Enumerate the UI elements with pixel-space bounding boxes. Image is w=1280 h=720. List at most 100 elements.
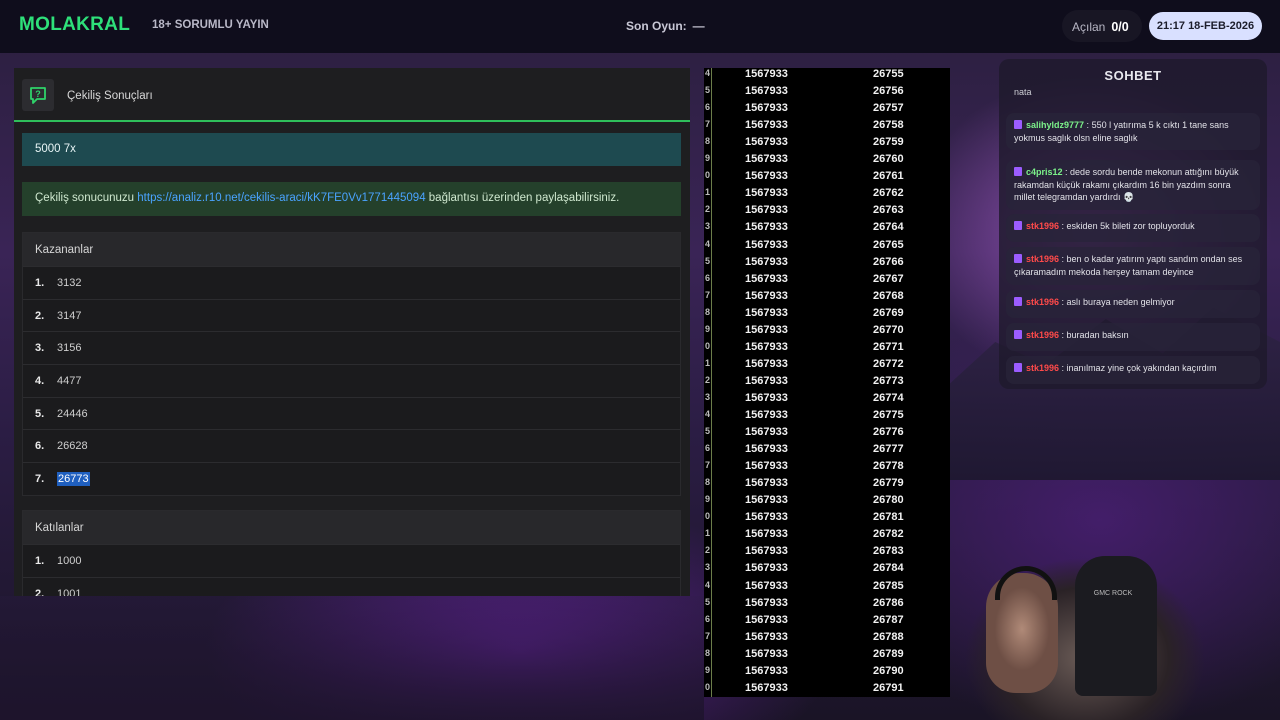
ticket-id: 1567933 [745,306,788,319]
panel-title: Çekiliş Sonuçları [67,90,153,102]
ticket-id: 1567933 [745,664,788,677]
participants-card: Katılanlar 1. 1000 2. 1001 [22,510,681,596]
ticket-id: 1567933 [745,119,788,132]
ticket-id: 1567933 [745,681,788,694]
chat-separator: : [1059,221,1067,231]
ticket-id: 1567933 [745,391,788,404]
twitch-badge-icon [1014,120,1022,129]
ticket-id: 1567933 [745,221,788,234]
brand-logo: MOLAKRAL [19,14,131,35]
ticket-number: 26768 [873,289,904,302]
table-row: 1. 1000 [23,544,680,577]
ticket-number: 26791 [873,681,904,694]
ticket-edge-digit: 8 [705,306,711,317]
ticket-row: 9 1567933 26770 [704,324,950,341]
ticket-edge-digit: 7 [705,460,711,471]
chat-message: salihyldz9777 : 550 l yatırıma 5 k cıktı… [1006,113,1260,150]
ticket-edge-digit: 8 [705,647,711,658]
row-value: 3132 [57,276,82,289]
ticket-row: 4 1567933 26785 [704,580,950,597]
chat-panel: SOHBET nata salihyldz9777 : 550 l yatırı… [999,59,1267,389]
ticket-number: 26769 [873,306,904,319]
ticket-edge-digit: 8 [705,136,711,147]
ticket-row: 8 1567933 26789 [704,648,950,665]
ticket-edge-digit: 0 [705,681,711,692]
ticket-row: 7 1567933 26758 [704,119,950,136]
ticket-edge-digit: 2 [705,204,711,215]
ticket-number: 26756 [873,85,904,98]
ticket-edge-digit: 9 [705,494,711,505]
ticket-edge-digit: 1 [705,528,711,539]
raffle-results-panel: ? Çekiliş Sonuçları 5000 7x Çekiliş sonu… [14,68,690,596]
ticket-row: 4 1567933 26775 [704,409,950,426]
ticket-row: 7 1567933 26768 [704,290,950,307]
ticket-number: 26760 [873,153,904,166]
participants-title: Katılanlar [23,511,680,544]
ticket-number: 26781 [873,511,904,524]
ticket-number: 26775 [873,409,904,421]
ticket-edge-digit: 1 [705,357,711,368]
ticket-number: 26772 [873,357,904,370]
twitch-badge-icon [1014,254,1022,263]
row-number: 2. [35,309,45,322]
ticket-id: 1567933 [745,85,788,98]
chat-text: aslı buraya neden gelmiyor [1066,297,1175,307]
ticket-row: 3 1567933 26774 [704,392,950,409]
ticket-edge-digit: 3 [705,221,711,232]
row-value-selected[interactable]: 26773 [57,471,90,486]
ticket-row: 0 1567933 26761 [704,170,950,187]
ticket-number: 26780 [873,494,904,507]
ticket-number: 26789 [873,647,904,660]
row-number: 1. [35,276,45,289]
ticket-number: 26757 [873,102,904,115]
ticket-number: 26787 [873,613,904,626]
ticket-row: 5 1567933 26786 [704,597,950,614]
chat-separator: : [1059,330,1067,340]
chat-text: inanılmaz yine çok yakından kaçırdım [1066,363,1217,373]
ticket-edge-digit: 2 [705,374,711,385]
winners-card: Kazananlar 1. 3132 2. 3147 3. 3156 4. 4477 5… [22,232,681,496]
ticket-edge-digit: 5 [705,596,711,607]
ticket-number: 26790 [873,664,904,677]
ticket-number: 26786 [873,596,904,609]
background-ground [0,596,704,720]
ticket-row: 9 1567933 26780 [704,494,950,511]
ticket-row: 6 1567933 26757 [704,102,950,119]
chat-message: stk1996 : aslı buraya neden gelmiyor [1006,290,1260,318]
ticket-edge-digit: 4 [705,68,711,78]
table-row: 1. 3132 [23,266,680,299]
ticket-number: 26765 [873,238,904,251]
responsible-stream-tagline: 18+ SORUMLU YAYIN [152,19,269,31]
ticket-number: 26763 [873,204,904,217]
question-chat-icon: ? [22,79,54,111]
ticket-number: 26785 [873,579,904,592]
ticket-number: 26762 [873,187,904,200]
ticket-edge-digit: 9 [705,664,711,675]
ticket-id: 1567933 [745,340,788,353]
chat-username: salihyldz9777 [1026,120,1085,130]
ticket-row: 7 1567933 26788 [704,631,950,648]
ticket-id: 1567933 [745,545,788,558]
svg-text:?: ? [35,89,41,99]
chat-message: stk1996 : inanılmaz yine çok yakından ka… [1006,356,1260,384]
chat-message: c4pris12 : dede sordu bende mekonun attı… [1006,160,1260,210]
twitch-badge-icon [1014,221,1022,230]
ticket-id: 1567933 [745,170,788,183]
share-banner: Çekiliş sonucunuzu https://analiz.r10.ne… [22,182,681,216]
chat-text: eskiden 5k bileti zor topluyorduk [1066,221,1195,231]
ticket-number: 26767 [873,272,904,285]
ticket-id: 1567933 [745,102,788,115]
ticket-edge-digit: 0 [705,511,711,522]
ticket-number: 26764 [873,221,904,234]
share-link[interactable]: https://analiz.r10.net/cekilis-araci/kK7… [137,192,425,204]
ticket-row: 2 1567933 26763 [704,204,950,221]
clock-badge: 21:17 18-FEB-2026 [1149,12,1262,40]
ticket-id: 1567933 [745,357,788,370]
ticket-id: 1567933 [745,630,788,643]
winners-title: Kazananlar [23,233,680,266]
ticket-id: 1567933 [745,562,788,575]
ticket-id: 1567933 [745,204,788,217]
ticket-edge-digit: 0 [705,340,711,351]
ticket-id: 1567933 [745,272,788,285]
ticket-number: 26776 [873,426,904,439]
